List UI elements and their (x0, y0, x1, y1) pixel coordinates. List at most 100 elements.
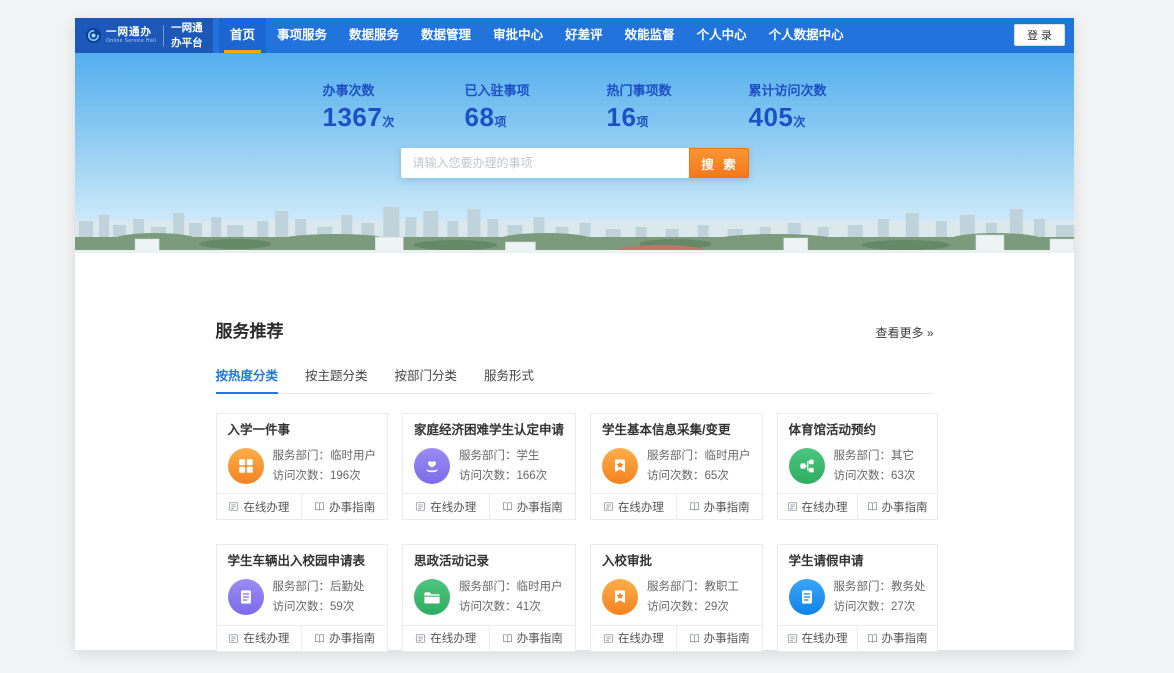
logo-subtext: Online Service Hall (106, 39, 156, 44)
online-handle-button[interactable]: 在线办理 (217, 494, 302, 519)
stat-total-visits: 累计访问次数 405次 (748, 80, 826, 133)
tab-by-popularity[interactable]: 按热度分类 (216, 365, 279, 393)
main-menu: 首页 事项服务 数据服务 数据管理 审批中心 好差评 效能监督 个人中心 个人数… (219, 18, 855, 53)
file-lines-icon (228, 579, 264, 615)
card-footer: 在线办理 办事指南 (403, 493, 575, 519)
card-info: 服务部门：临时用户 访问次数：65次 (647, 446, 751, 486)
stat-onboarded-items: 已入驻事项 68项 (464, 80, 542, 133)
tab-by-department[interactable]: 按部门分类 (395, 365, 458, 393)
nav-item-approval-center[interactable]: 审批中心 (482, 18, 554, 53)
stat-label: 累计访问次数 (748, 80, 826, 99)
stat-label: 办事次数 (322, 80, 400, 99)
hero-banner: 办事次数 1367次 已入驻事项 68项 热门事项数 16项 累计访问次数 40… (75, 53, 1074, 253)
online-handle-label: 在线办理 (618, 630, 664, 646)
service-guide-button[interactable]: 办事指南 (857, 626, 937, 651)
online-handle-button[interactable]: 在线办理 (591, 494, 676, 519)
department-label: 服务部门： (647, 450, 705, 462)
online-handle-button[interactable]: 在线办理 (591, 626, 676, 651)
nav-item-data-management[interactable]: 数据管理 (410, 18, 482, 53)
visits-value: 65次 (705, 470, 729, 482)
online-form-icon (787, 633, 798, 644)
service-guide-button[interactable]: 办事指南 (676, 494, 762, 519)
service-guide-button[interactable]: 办事指南 (489, 626, 576, 651)
search-button[interactable]: 搜 索 (689, 148, 749, 178)
visits-label: 访问次数： (273, 470, 331, 482)
service-guide-label: 办事指南 (882, 630, 928, 646)
nav-item-matters[interactable]: 事项服务 (266, 18, 338, 53)
login-button[interactable]: 登 录 (1014, 24, 1065, 46)
online-handle-label: 在线办理 (802, 630, 848, 646)
card-footer: 在线办理 办事指南 (778, 493, 937, 519)
nav-item-efficiency[interactable]: 效能监督 (614, 18, 686, 53)
online-form-icon (603, 633, 614, 644)
stat-unit: 次 (793, 115, 805, 129)
service-guide-label: 办事指南 (517, 499, 563, 515)
service-guide-button[interactable]: 办事指南 (676, 626, 762, 651)
department-value: 其它 (891, 450, 914, 462)
visits-value: 41次 (517, 601, 541, 613)
department-label: 服务部门： (459, 581, 517, 593)
stat-unit: 项 (636, 115, 648, 129)
card-title: 思政活动记录 (403, 545, 575, 569)
nav-item-personal-center[interactable]: 个人中心 (686, 18, 758, 53)
guide-book-icon (502, 633, 513, 644)
department-label: 服务部门： (834, 450, 892, 462)
card-body: 服务部门：后勤处 访问次数：59次 (217, 569, 388, 624)
visits-value: 63次 (891, 470, 915, 482)
nav-item-personal-data-center[interactable]: 个人数据中心 (758, 18, 855, 53)
online-form-icon (228, 633, 239, 644)
service-guide-button[interactable]: 办事指南 (301, 626, 387, 651)
card-footer: 在线办理 办事指南 (591, 493, 762, 519)
nav-item-data-services[interactable]: 数据服务 (338, 18, 410, 53)
service-guide-button[interactable]: 办事指南 (301, 494, 387, 519)
online-handle-label: 在线办理 (430, 630, 476, 646)
logo-text: 一网通办 (106, 27, 156, 38)
service-card: 学生车辆出入校园申请表 服务部门：后勤处 访问次数：59次 (216, 544, 389, 651)
card-footer: 在线办理 办事指南 (217, 625, 388, 651)
service-guide-label: 办事指南 (882, 499, 928, 515)
view-more-link[interactable]: 查看更多 » (875, 324, 933, 341)
online-handle-button[interactable]: 在线办理 (403, 626, 489, 651)
card-body: 服务部门：学生 访问次数：166次 (403, 438, 575, 493)
tab-by-theme[interactable]: 按主题分类 (305, 365, 368, 393)
card-body: 服务部门：教务处 访问次数：27次 (778, 569, 937, 624)
services-section: 服务推荐 查看更多 » 按热度分类 按主题分类 按部门分类 服务形式 入学一件事 (216, 253, 934, 652)
brand-logo[interactable]: 一网通办 Online Service Hall 一网通办平台 (75, 18, 213, 53)
service-guide-label: 办事指南 (517, 630, 563, 646)
card-info: 服务部门：教务处 访问次数：27次 (834, 577, 926, 617)
service-card: 家庭经济困难学生认定申请 服务部门：学生 访问次数：166次 (402, 413, 576, 520)
online-handle-button[interactable]: 在线办理 (778, 626, 857, 651)
online-handle-label: 在线办理 (430, 499, 476, 515)
card-title: 体育馆活动预约 (778, 414, 937, 438)
online-handle-label: 在线办理 (243, 630, 289, 646)
nav-item-ratings[interactable]: 好差评 (554, 18, 614, 53)
swirl-logo-icon (85, 27, 102, 44)
online-handle-button[interactable]: 在线办理 (778, 494, 857, 519)
tab-by-service-form[interactable]: 服务形式 (484, 365, 534, 393)
department-label: 服务部门： (647, 581, 705, 593)
card-title: 家庭经济困难学生认定申请 (403, 414, 575, 438)
service-guide-button[interactable]: 办事指南 (489, 494, 576, 519)
card-info: 服务部门：教职工 访问次数：29次 (647, 577, 739, 617)
guide-book-icon (867, 633, 878, 644)
service-card: 学生基本信息采集/变更 服务部门：临时用户 访问次数：65次 (590, 413, 763, 520)
service-guide-label: 办事指南 (704, 630, 750, 646)
online-form-icon (415, 501, 426, 512)
search-input[interactable] (401, 148, 689, 178)
online-handle-label: 在线办理 (618, 499, 664, 515)
service-guide-button[interactable]: 办事指南 (857, 494, 937, 519)
online-handle-button[interactable]: 在线办理 (217, 626, 302, 651)
card-footer: 在线办理 办事指南 (403, 625, 575, 651)
visits-label: 访问次数： (273, 601, 331, 613)
stat-value: 1367 (322, 102, 382, 132)
stat-label: 热门事项数 (606, 80, 684, 99)
nav-item-home[interactable]: 首页 (219, 18, 266, 53)
visits-label: 访问次数： (459, 601, 517, 613)
visits-label: 访问次数： (834, 470, 892, 482)
guide-book-icon (689, 633, 700, 644)
department-value: 教职工 (705, 581, 740, 593)
online-form-icon (228, 501, 239, 512)
online-form-icon (603, 501, 614, 512)
online-handle-button[interactable]: 在线办理 (403, 494, 489, 519)
card-body: 服务部门：临时用户 访问次数：41次 (403, 569, 575, 624)
